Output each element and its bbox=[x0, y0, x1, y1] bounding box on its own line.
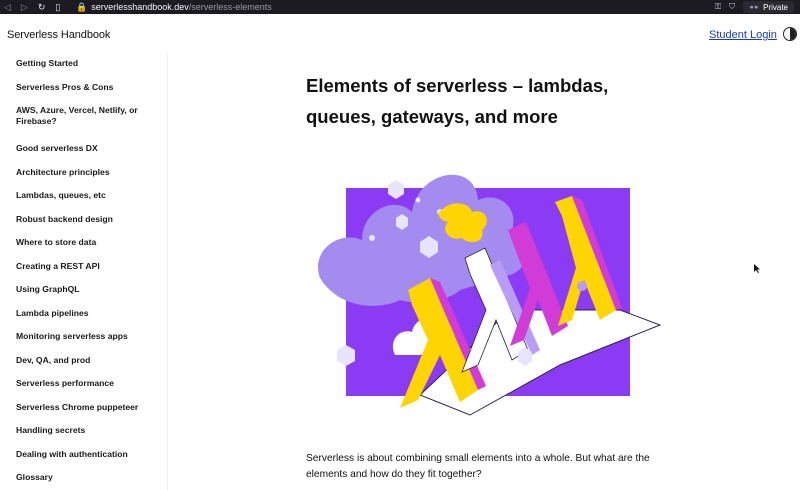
shield-icon[interactable]: ⛉ bbox=[729, 2, 735, 12]
reload-icon[interactable]: ↻ bbox=[38, 0, 46, 14]
key-icon[interactable]: ⚿ bbox=[715, 2, 721, 12]
dot bbox=[415, 197, 421, 203]
sidebar-item-lambda-pipelines[interactable]: Lambda pipelines bbox=[0, 302, 167, 326]
toolbar-right: ⚿ ⛉ 👓 Private bbox=[715, 1, 800, 13]
lock-icon: 🔒 bbox=[76, 1, 88, 12]
url-host: serverlesshandbook.dev bbox=[91, 2, 189, 12]
sidebar-item-lambdas-queues[interactable]: Lambdas, queues, etc bbox=[0, 184, 167, 208]
sidebar-item-monitoring[interactable]: Monitoring serverless apps bbox=[0, 325, 167, 349]
mouse-cursor-icon bbox=[754, 264, 760, 273]
url-path: /serverless-elements bbox=[188, 2, 272, 12]
sidebar-item-pros-cons[interactable]: Serverless Pros & Cons bbox=[0, 76, 167, 100]
sidebar-item-store-data[interactable]: Where to store data bbox=[0, 231, 167, 255]
private-mask-icon: 👓 bbox=[749, 2, 760, 12]
sidebar-item-rest-api[interactable]: Creating a REST API bbox=[0, 255, 167, 279]
sidebar-item-graphql[interactable]: Using GraphQL bbox=[0, 278, 167, 302]
sidebar-nav: Getting Started Serverless Pros & Cons A… bbox=[0, 52, 168, 490]
sidebar-item-dev-qa-prod[interactable]: Dev, QA, and prod bbox=[0, 349, 167, 373]
sidebar-item-architecture[interactable]: Architecture principles bbox=[0, 161, 167, 185]
private-label: Private bbox=[763, 2, 788, 12]
theme-toggle-icon[interactable] bbox=[783, 27, 797, 41]
dot bbox=[369, 235, 375, 241]
sidebar-item-getting-started[interactable]: Getting Started bbox=[0, 52, 167, 76]
sidebar-item-robust-backend[interactable]: Robust backend design bbox=[0, 208, 167, 232]
nav-buttons: ◁ ▷ ↻ ▯ bbox=[0, 0, 76, 14]
browser-toolbar: ◁ ▷ ↻ ▯ 🔒 serverlesshandbook.dev/serverl… bbox=[0, 0, 800, 14]
address-bar[interactable]: 🔒 serverlesshandbook.dev/serverless-elem… bbox=[76, 2, 715, 13]
back-icon[interactable]: ◁ bbox=[4, 0, 11, 14]
sidebar-item-providers[interactable]: AWS, Azure, Vercel, Netlify, or Firebase… bbox=[0, 99, 167, 137]
dot bbox=[577, 281, 587, 291]
page-title: Elements of serverless – lambdas, queues… bbox=[306, 75, 609, 127]
private-window-badge[interactable]: 👓 Private bbox=[743, 1, 794, 13]
sidebar-item-chrome-puppeteer[interactable]: Serverless Chrome puppeteer bbox=[0, 396, 167, 420]
hero-illustration bbox=[318, 174, 662, 416]
sidebar-item-authentication[interactable]: Dealing with authentication bbox=[0, 443, 167, 467]
student-login-link[interactable]: Student Login bbox=[709, 29, 777, 41]
sidebar-item-performance[interactable]: Serverless performance bbox=[0, 372, 167, 396]
site-title-link[interactable]: Serverless Handbook bbox=[7, 29, 110, 41]
bookmark-icon[interactable]: ▯ bbox=[55, 0, 60, 14]
forward-icon[interactable]: ▷ bbox=[21, 0, 28, 14]
sidebar-item-glossary[interactable]: Glossary bbox=[0, 466, 167, 490]
intro-paragraph: Serverless is about combining small elem… bbox=[306, 453, 650, 480]
sidebar-item-good-dx[interactable]: Good serverless DX bbox=[0, 137, 167, 161]
sidebar-item-secrets[interactable]: Handling secrets bbox=[0, 419, 167, 443]
